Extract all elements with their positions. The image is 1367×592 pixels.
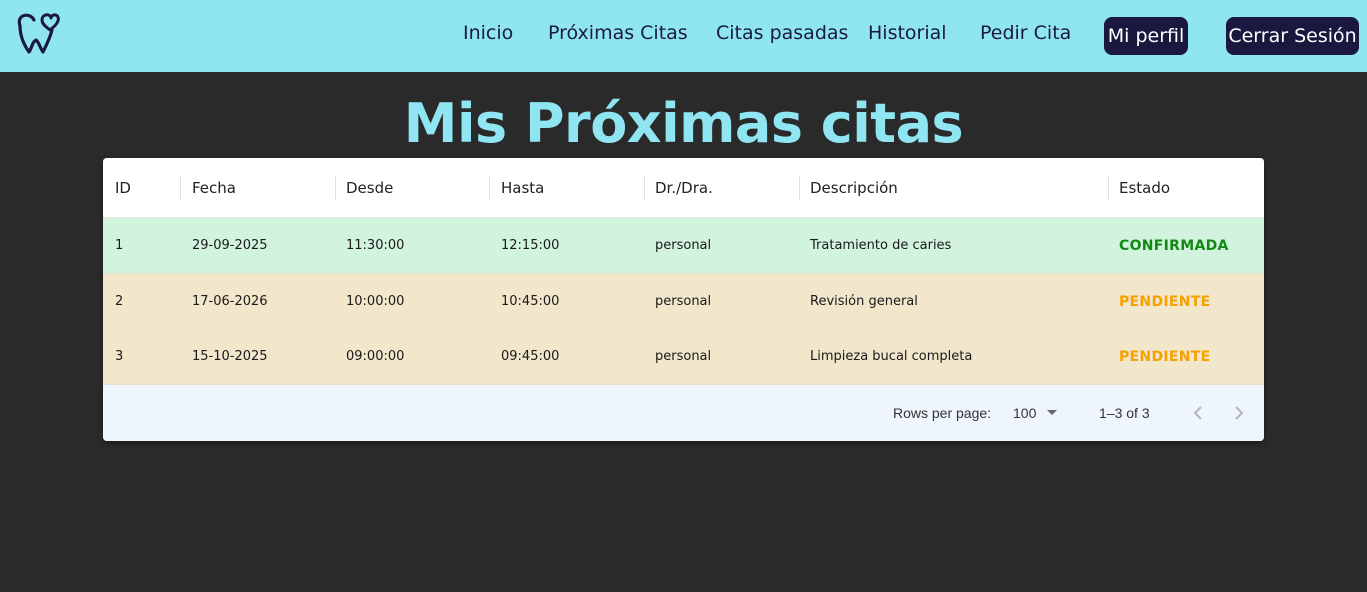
column-header-hasta[interactable]: Hasta [501, 158, 544, 218]
column-header-estado[interactable]: Estado [1119, 158, 1170, 218]
cell-id: 3 [115, 349, 124, 364]
cell-fecha: 15-10-2025 [192, 349, 268, 364]
column-separator[interactable] [489, 176, 490, 200]
cell-hasta: 10:45:00 [501, 294, 560, 309]
table-row[interactable]: 1 29-09-2025 11:30:00 12:15:00 personal … [103, 218, 1264, 274]
appointments-table: ID Fecha Desde Hasta Dr./Dra. Descripció… [103, 158, 1264, 441]
pagination-range: 1–3 of 3 [1099, 405, 1150, 421]
page-title: Mis Próximas citas [403, 92, 964, 155]
column-header-descripcion[interactable]: Descripción [810, 158, 898, 218]
nav-link-proximas-citas[interactable]: Próximas Citas [548, 22, 688, 44]
table-header: ID Fecha Desde Hasta Dr./Dra. Descripció… [103, 158, 1264, 218]
column-separator[interactable] [335, 176, 336, 200]
rows-per-page-select[interactable]: 100 [1013, 385, 1063, 441]
logout-button[interactable]: Cerrar Sesión [1226, 17, 1359, 55]
table-pagination: Rows per page: 100 1–3 of 3 [103, 385, 1264, 441]
cell-id: 2 [115, 294, 124, 309]
column-separator[interactable] [1108, 176, 1109, 200]
cell-descripcion: Revisión general [810, 294, 918, 309]
cell-doctor: personal [655, 349, 712, 364]
status-badge: PENDIENTE [1119, 349, 1211, 365]
rows-per-page-label: Rows per page: [893, 405, 992, 421]
nav-link-inicio[interactable]: Inicio [463, 22, 513, 44]
caret-down-icon [1047, 410, 1057, 415]
nav-link-historial[interactable]: Historial [868, 22, 947, 44]
column-header-fecha[interactable]: Fecha [192, 158, 236, 218]
column-header-desde[interactable]: Desde [346, 158, 393, 218]
cell-desde: 10:00:00 [346, 294, 405, 309]
column-separator[interactable] [180, 176, 181, 200]
cell-hasta: 12:15:00 [501, 238, 560, 253]
cell-id: 1 [115, 238, 124, 253]
cell-doctor: personal [655, 294, 712, 309]
status-badge: CONFIRMADA [1119, 238, 1229, 254]
cell-descripcion: Tratamiento de caries [810, 238, 952, 253]
profile-button[interactable]: Mi perfil [1104, 17, 1188, 55]
table-row[interactable]: 3 15-10-2025 09:00:00 09:45:00 personal … [103, 329, 1264, 385]
chevron-right-icon[interactable] [1227, 401, 1251, 425]
status-badge: PENDIENTE [1119, 294, 1211, 310]
nav-link-pedir-cita[interactable]: Pedir Cita [980, 22, 1071, 44]
column-header-doctor[interactable]: Dr./Dra. [655, 158, 713, 218]
cell-fecha: 17-06-2026 [192, 294, 268, 309]
cell-desde: 11:30:00 [346, 238, 405, 253]
chevron-left-icon[interactable] [1186, 401, 1210, 425]
navbar: Inicio Próximas Citas Citas pasadas Hist… [0, 0, 1367, 72]
cell-hasta: 09:45:00 [501, 349, 560, 364]
column-separator[interactable] [799, 176, 800, 200]
cell-desde: 09:00:00 [346, 349, 405, 364]
cell-fecha: 29-09-2025 [192, 238, 268, 253]
tooth-heart-logo-icon[interactable] [12, 8, 60, 56]
cell-doctor: personal [655, 238, 712, 253]
table-row[interactable]: 2 17-06-2026 10:00:00 10:45:00 personal … [103, 274, 1264, 330]
column-header-id[interactable]: ID [115, 158, 131, 218]
cell-descripcion: Limpieza bucal completa [810, 349, 973, 364]
column-separator[interactable] [644, 176, 645, 200]
nav-link-citas-pasadas[interactable]: Citas pasadas [716, 22, 848, 44]
rows-per-page-value: 100 [1013, 405, 1037, 421]
